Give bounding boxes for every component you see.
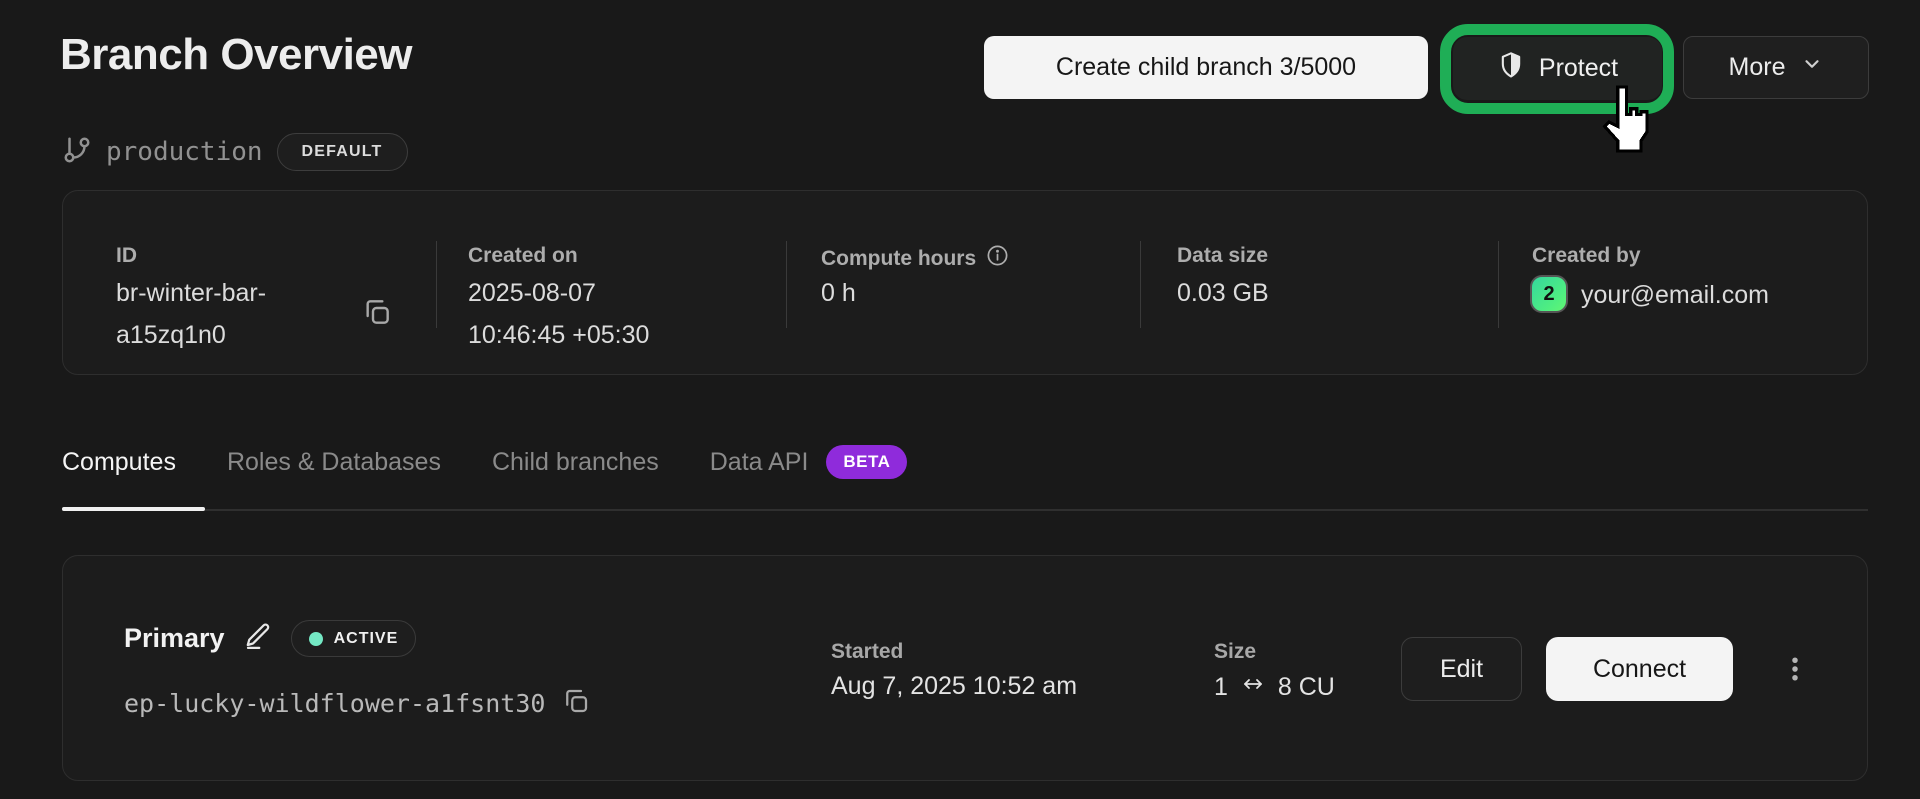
copy-endpoint-icon[interactable] — [561, 686, 591, 721]
tabs-divider-line — [62, 509, 1868, 511]
id-value-line2: a15zq1n0 — [116, 321, 226, 350]
chevron-down-icon — [1801, 53, 1823, 82]
status-badge: ACTIVE — [291, 620, 417, 657]
branch-name: production — [106, 137, 263, 167]
tab-computes[interactable]: Computes — [62, 448, 176, 477]
created-on-time: 10:46:45 +05:30 — [468, 321, 649, 350]
shield-icon — [1497, 50, 1525, 87]
created-by-email: your@email.com — [1581, 281, 1769, 310]
active-dot-icon — [309, 632, 323, 646]
divider — [1140, 241, 1141, 328]
branch-info-card: ID br-winter-bar- a15zq1n0 Created on 20… — [62, 190, 1868, 375]
more-button-label: More — [1729, 53, 1786, 82]
size-value: 1 8 CU — [1214, 672, 1335, 703]
autoscale-arrow-icon — [1238, 672, 1268, 703]
divider — [436, 241, 437, 328]
create-child-branch-button[interactable]: Create child branch 3/5000 — [984, 36, 1428, 99]
edit-name-pencil-icon[interactable] — [243, 621, 273, 656]
data-size-label: Data size — [1177, 244, 1268, 268]
started-value: Aug 7, 2025 10:52 am — [831, 672, 1077, 701]
mouse-cursor-pointer — [1596, 84, 1654, 154]
tab-roles-databases[interactable]: Roles & Databases — [227, 448, 441, 477]
more-button[interactable]: More — [1683, 36, 1869, 99]
started-label: Started — [831, 640, 903, 664]
git-branch-icon — [62, 135, 92, 170]
kebab-menu-icon[interactable] — [1763, 637, 1827, 701]
default-badge: DEFAULT — [277, 133, 408, 171]
info-icon[interactable] — [986, 244, 1009, 273]
branch-tabs: Computes Roles & Databases Child branche… — [62, 445, 907, 479]
data-size-value: 0.03 GB — [1177, 279, 1269, 308]
tab-data-api[interactable]: Data API BETA — [710, 445, 908, 479]
created-by-label: Created by — [1532, 244, 1641, 268]
page-title: Branch Overview — [60, 30, 412, 80]
endpoint-id: ep-lucky-wildflower-a1fsnt30 — [124, 689, 545, 718]
id-label: ID — [116, 244, 137, 268]
compute-hours-label: Compute hours — [821, 244, 1009, 273]
divider — [1498, 241, 1499, 328]
compute-hours-value: 0 h — [821, 279, 856, 308]
size-label: Size — [1214, 640, 1256, 664]
tab-child-branches[interactable]: Child branches — [492, 448, 659, 477]
avatar: 2 — [1530, 275, 1568, 313]
compute-name: Primary — [124, 623, 225, 654]
protect-button-label: Protect — [1539, 54, 1618, 83]
connect-button[interactable]: Connect — [1546, 637, 1733, 701]
created-on-label: Created on — [468, 244, 578, 268]
id-value-line1: br-winter-bar- — [116, 279, 266, 308]
copy-id-icon[interactable] — [361, 296, 393, 333]
divider — [786, 241, 787, 328]
created-on-date: 2025-08-07 — [468, 279, 596, 308]
edit-compute-button[interactable]: Edit — [1401, 637, 1522, 701]
compute-name-row: Primary ACTIVE — [124, 620, 416, 657]
beta-badge: BETA — [826, 445, 907, 479]
breadcrumb: production DEFAULT — [62, 133, 408, 171]
compute-card: Primary ACTIVE ep-lucky-wildflower-a1fsn… — [62, 555, 1868, 781]
branch-overview-page: Branch Overview production DEFAULT Creat… — [0, 0, 1920, 799]
endpoint-row: ep-lucky-wildflower-a1fsnt30 — [124, 686, 591, 721]
active-tab-underline — [62, 507, 205, 511]
